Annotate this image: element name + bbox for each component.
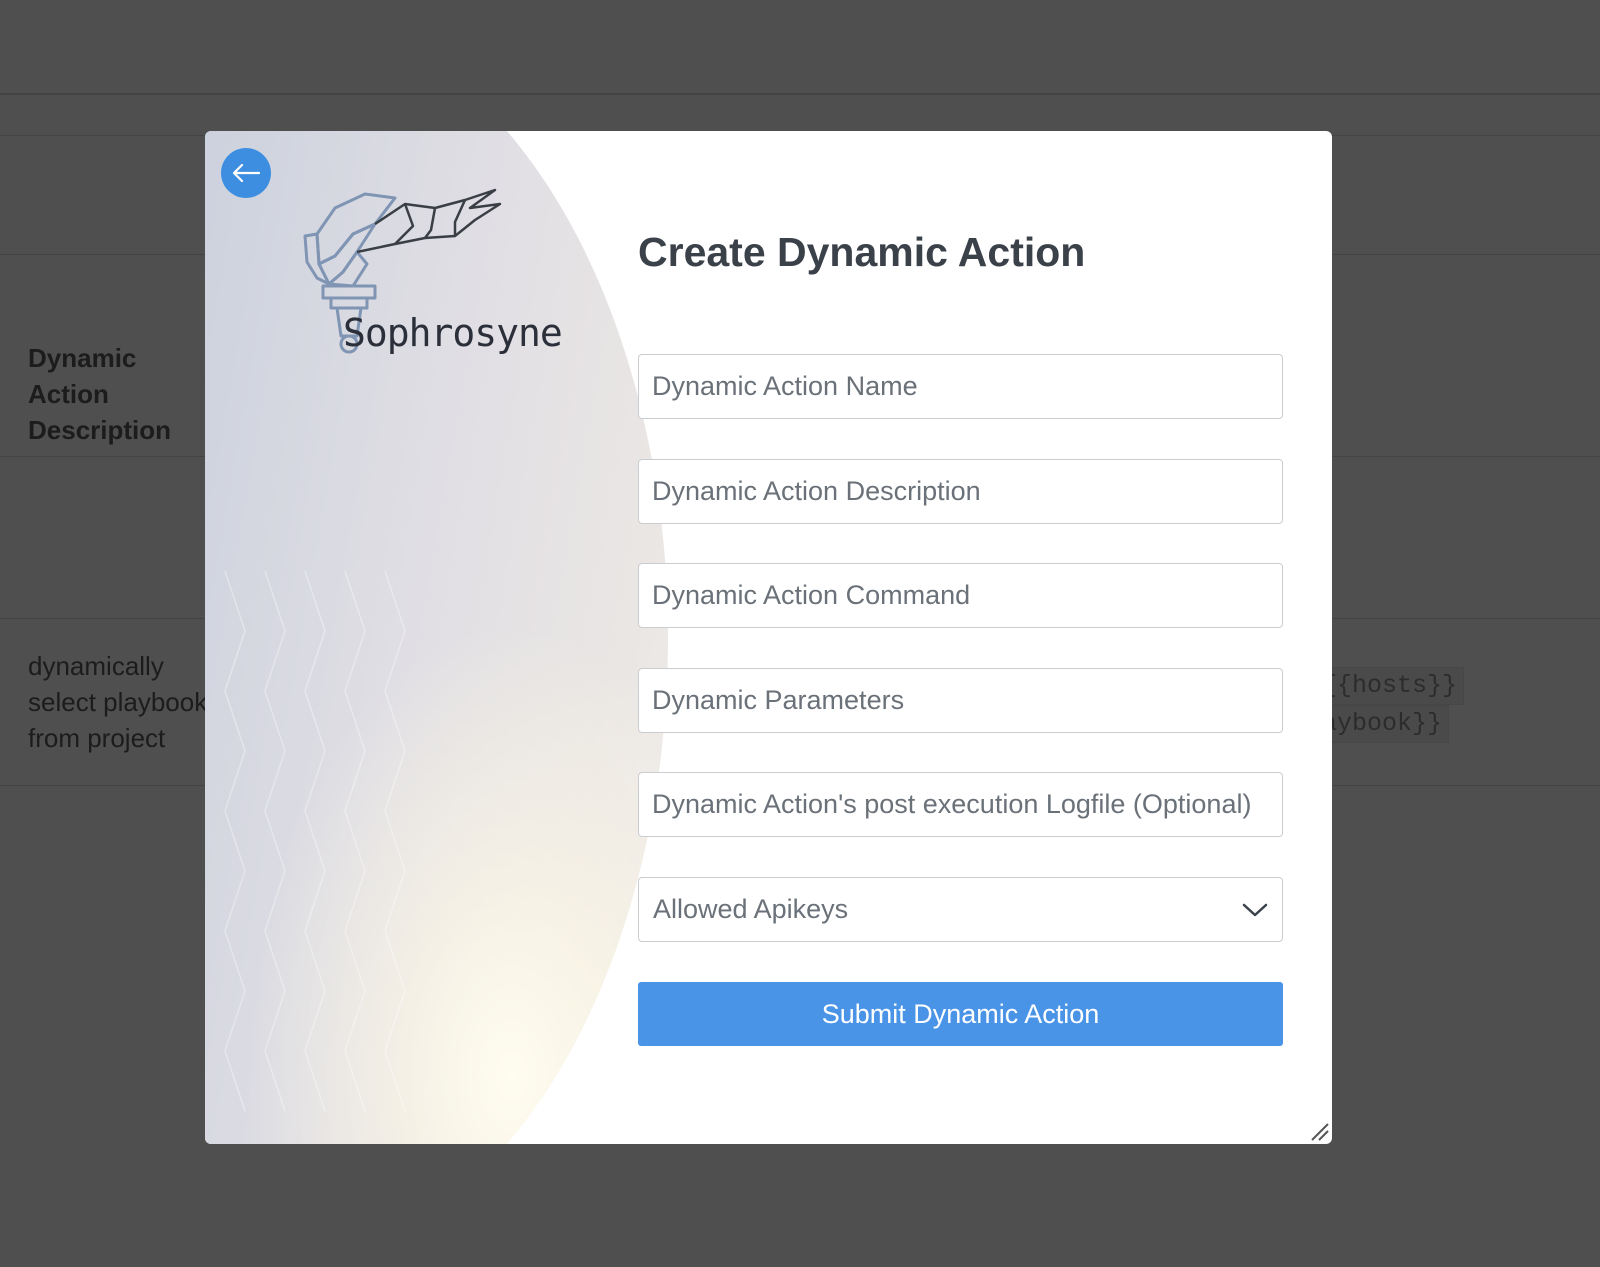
arrow-left-icon xyxy=(232,163,261,183)
dynamic-action-command-input[interactable] xyxy=(638,563,1283,628)
table-cell-description: dynamically select playbook from project xyxy=(28,651,208,753)
allowed-apikeys-value: Allowed Apikeys xyxy=(653,894,849,924)
brand-name: Sophrosyne xyxy=(343,311,563,355)
table-header-description: Dynamic Action Description xyxy=(28,343,172,445)
modal-title: Create Dynamic Action xyxy=(638,229,1086,275)
dynamic-action-description-input[interactable] xyxy=(638,459,1283,524)
hex-pattern-decoration xyxy=(224,571,406,1112)
divider xyxy=(0,93,1600,95)
allowed-apikeys-select[interactable]: Allowed Apikeys xyxy=(638,877,1283,942)
logfile-input[interactable] xyxy=(638,772,1283,837)
chevron-down-icon xyxy=(1242,903,1268,916)
back-button[interactable] xyxy=(221,148,271,198)
create-dynamic-action-modal: Sophrosyne Create Dynamic Action Allowed… xyxy=(205,131,1332,1144)
submit-dynamic-action-button[interactable]: Submit Dynamic Action xyxy=(638,982,1283,1046)
dynamic-action-name-input[interactable] xyxy=(638,354,1283,419)
resize-handle-icon[interactable] xyxy=(1310,1122,1330,1142)
dynamic-parameters-input[interactable] xyxy=(638,668,1283,733)
